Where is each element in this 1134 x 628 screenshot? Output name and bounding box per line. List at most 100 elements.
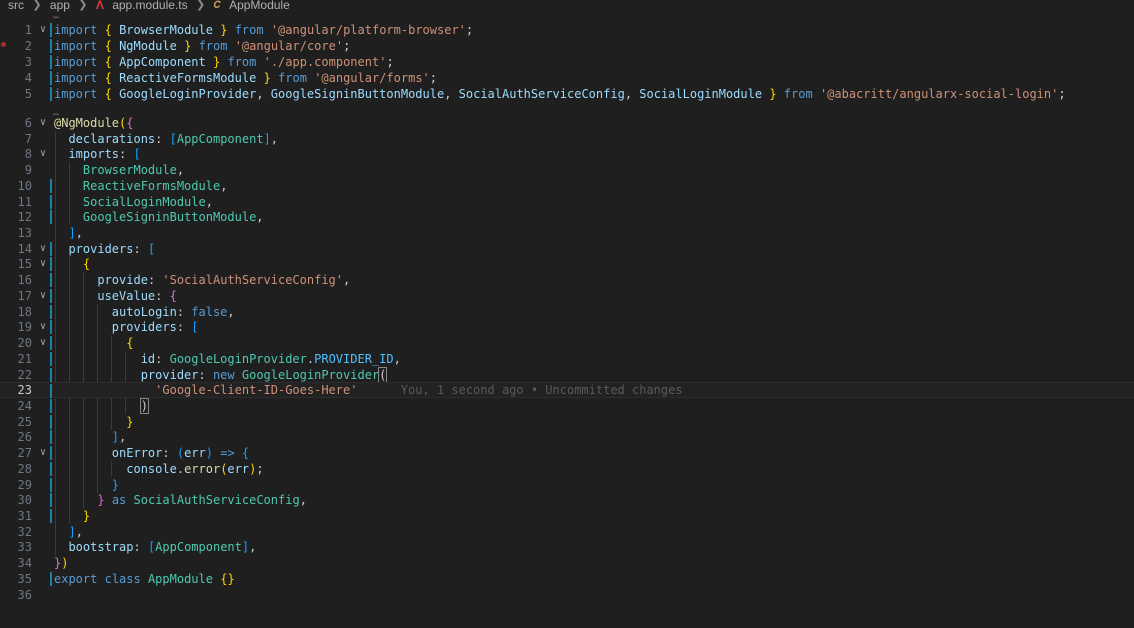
code-line[interactable]: 4 import { ReactiveFormsModule } from '@a… — [0, 70, 1134, 86]
code-editor[interactable]: … … 1 ∨ import { BrowserModule } from '@an… — [0, 13, 1134, 628]
code-line[interactable]: 22 provider: new GoogleLoginProvider( — [0, 366, 1134, 383]
git-modified-indicator[interactable] — [50, 384, 52, 399]
code-line[interactable]: 26 ], — [0, 429, 1134, 445]
line-number[interactable]: 8 — [0, 146, 32, 162]
code-line[interactable]: 1 ∨ import { BrowserModule } from '@angula… — [0, 22, 1134, 38]
code-line[interactable]: 20 ∨ { — [0, 335, 1134, 351]
git-modified-indicator[interactable] — [50, 336, 52, 351]
fold-chevron-icon[interactable]: ∨ — [38, 288, 48, 304]
code-line[interactable]: 11 SocialLoginModule, — [0, 194, 1134, 210]
git-modified-indicator[interactable] — [50, 39, 52, 53]
git-modified-indicator[interactable] — [50, 320, 52, 335]
git-modified-indicator[interactable] — [50, 55, 52, 69]
line-number[interactable]: 13 — [0, 225, 32, 241]
code-line[interactable]: 5 import { GoogleLoginProvider, GoogleSig… — [0, 86, 1134, 102]
line-number[interactable]: 1 — [0, 22, 32, 38]
fold-chevron-icon[interactable]: ∨ — [38, 146, 48, 162]
git-modified-indicator[interactable] — [50, 571, 52, 586]
line-number[interactable]: 36 — [0, 587, 32, 603]
breadcrumb-src[interactable]: src — [0, 0, 26, 11]
line-number[interactable]: 17 — [0, 288, 32, 304]
git-modified-indicator[interactable] — [50, 446, 52, 461]
fold-chevron-icon[interactable]: ∨ — [38, 22, 48, 38]
git-modified-indicator[interactable] — [50, 71, 52, 85]
code-line[interactable]: 32 ], — [0, 524, 1134, 540]
line-number[interactable]: 31 — [0, 508, 32, 524]
code-line[interactable]: 12 GoogleSigninButtonModule, — [0, 209, 1134, 225]
fold-chevron-icon[interactable]: ∨ — [38, 335, 48, 351]
git-modified-indicator[interactable] — [50, 351, 52, 366]
git-modified-indicator[interactable] — [50, 23, 52, 37]
line-number[interactable]: 27 — [0, 445, 32, 461]
code-line[interactable]: 23 'Google-Client-ID-Goes-Here' You, 1 s… — [0, 382, 1134, 399]
line-number[interactable]: 4 — [0, 70, 32, 86]
git-modified-indicator[interactable] — [50, 178, 52, 193]
line-number[interactable]: 18 — [0, 304, 32, 320]
line-number[interactable]: 5 — [0, 86, 32, 102]
fold-chevron-icon[interactable]: ∨ — [38, 241, 48, 257]
line-number[interactable]: 25 — [0, 414, 32, 430]
code-line[interactable]: 7 declarations: [AppComponent], — [0, 131, 1134, 147]
breadcrumb-symbol[interactable]: AppModule — [227, 0, 292, 11]
line-number[interactable]: 14 — [0, 241, 32, 257]
line-number[interactable]: 33 — [0, 539, 32, 555]
git-modified-indicator[interactable] — [50, 87, 52, 101]
folded-region-ellipsis[interactable]: … — [53, 13, 73, 21]
line-number[interactable]: 23 — [0, 383, 32, 397]
code-line[interactable]: 33 bootstrap: [AppComponent], — [0, 539, 1134, 555]
breadcrumb-file[interactable]: app.module.ts — [110, 0, 189, 11]
line-number[interactable]: 35 — [0, 571, 32, 587]
git-modified-indicator[interactable] — [50, 288, 52, 303]
line-number[interactable]: 24 — [0, 398, 32, 414]
line-number[interactable]: 3 — [0, 54, 32, 70]
code-line[interactable]: 24 ) — [0, 397, 1134, 414]
git-modified-indicator[interactable] — [50, 210, 52, 225]
line-number[interactable]: 6 — [0, 115, 32, 131]
fold-chevron-icon[interactable]: ∨ — [38, 256, 48, 272]
code-line[interactable]: 15 ∨ { — [0, 256, 1134, 272]
code-line[interactable]: 2 import { NgModule } from '@angular/core… — [0, 38, 1134, 54]
line-number[interactable]: 9 — [0, 162, 32, 178]
breadcrumb-app[interactable]: app — [48, 0, 72, 11]
code-line[interactable]: 17 ∨ useValue: { — [0, 288, 1134, 304]
git-modified-indicator[interactable] — [50, 194, 52, 209]
line-number[interactable]: 28 — [0, 461, 32, 477]
fold-chevron-icon[interactable]: ∨ — [38, 319, 48, 335]
code-line[interactable]: 18 autoLogin: false, — [0, 304, 1134, 320]
code-line[interactable]: 27 ∨ onError: (err) => { — [0, 445, 1134, 461]
line-number[interactable]: 30 — [0, 492, 32, 508]
git-modified-indicator[interactable] — [50, 241, 52, 256]
git-modified-indicator[interactable] — [50, 367, 52, 382]
code-line[interactable]: 34}) — [0, 555, 1134, 571]
line-number[interactable]: 26 — [0, 429, 32, 445]
git-modified-indicator[interactable] — [50, 477, 52, 492]
code-line[interactable]: 35 export class AppModule {} — [0, 571, 1134, 587]
code-line[interactable]: 10 ReactiveFormsModule, — [0, 178, 1134, 194]
git-modified-indicator[interactable] — [50, 493, 52, 508]
git-modified-indicator[interactable] — [50, 273, 52, 288]
code-line[interactable]: 19 ∨ providers: [ — [0, 319, 1134, 335]
line-number[interactable]: 11 — [0, 194, 32, 210]
git-modified-indicator[interactable] — [50, 509, 52, 523]
line-number[interactable]: 34 — [0, 555, 32, 571]
line-number[interactable]: 15 — [0, 256, 32, 272]
line-number[interactable]: 19 — [0, 319, 32, 335]
git-modified-indicator[interactable] — [50, 398, 52, 413]
git-modified-indicator[interactable] — [50, 414, 52, 429]
code-line[interactable]: 36 — [0, 587, 1134, 603]
line-number[interactable]: 7 — [0, 131, 32, 147]
code-line[interactable]: 30 } as SocialAuthServiceConfig, — [0, 492, 1134, 508]
git-modified-indicator[interactable] — [50, 257, 52, 272]
line-number[interactable]: 16 — [0, 272, 32, 288]
line-number[interactable]: 21 — [0, 351, 32, 367]
git-modified-indicator[interactable] — [50, 304, 52, 319]
git-modified-indicator[interactable] — [50, 430, 52, 445]
code-line[interactable]: 21 id: GoogleLoginProvider.PROVIDER_ID, — [0, 351, 1134, 367]
line-number[interactable]: 2 — [0, 38, 32, 54]
code-line[interactable]: 28 console.error(err); — [0, 461, 1134, 477]
line-number[interactable]: 29 — [0, 477, 32, 493]
code-line[interactable]: 31 } — [0, 508, 1134, 524]
git-modified-indicator[interactable] — [50, 461, 52, 476]
code-line[interactable]: 3 import { AppComponent } from './app.com… — [0, 54, 1134, 70]
code-line[interactable]: 29 } — [0, 477, 1134, 493]
